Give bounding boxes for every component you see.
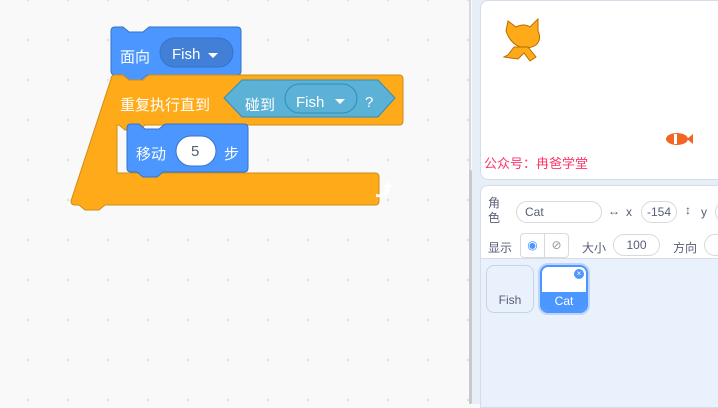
x-input[interactable]: -154 (641, 201, 677, 223)
direction-input[interactable] (704, 234, 718, 256)
sprite-name: Fish (498, 293, 522, 307)
sprite-name-input[interactable]: Cat (516, 201, 602, 223)
point-towards-target: Fish (172, 46, 201, 63)
watermark-text: 公众号：冉爸学堂 (484, 156, 589, 171)
touching-label: 碰到 (245, 97, 276, 114)
x-label: x (626, 205, 632, 219)
size-input[interactable]: 100 (613, 234, 660, 256)
repeat-until-label: 重复执行直到 (120, 97, 211, 114)
sprite-thumb-fish[interactable]: Fish (486, 265, 534, 313)
move-unit: 步 (224, 146, 240, 163)
y-arrow-icon: ↕ (685, 203, 691, 217)
y-label: y (701, 205, 707, 219)
block-shapes (70, 26, 404, 211)
move-steps[interactable]: 5 (191, 143, 199, 160)
touching-suffix: ? (365, 94, 374, 111)
move-label: 移动 (136, 146, 167, 163)
hide-eye-icon[interactable]: ⊘ (544, 233, 569, 258)
show-eye-icon[interactable]: ◉ (520, 233, 545, 258)
size-label: 大小 (582, 241, 607, 255)
cat-sprite[interactable] (498, 11, 548, 66)
sprite-thumb-cat[interactable]: Cat × (540, 265, 588, 313)
sprite-label: 角色 (488, 196, 501, 225)
x-arrow-icon: ↔ (608, 204, 620, 218)
touching-target: Fish (296, 94, 325, 111)
stage[interactable]: 公众号：冉爸学堂 (480, 0, 718, 180)
fish-sprite[interactable] (664, 131, 694, 147)
direction-label: 方向 (673, 241, 698, 255)
point-towards-label: 面向 (120, 49, 151, 66)
sprite-info-panel: 角色 Cat ↔ x -154 ↕ y 显示 ◉ ⊘ 大小 100 方向 (480, 185, 718, 259)
sprite-list: Fish Cat × (480, 258, 718, 408)
sprite-name: Cat (542, 292, 586, 311)
show-label: 显示 (488, 241, 513, 255)
delete-sprite-icon[interactable]: × (574, 269, 584, 279)
